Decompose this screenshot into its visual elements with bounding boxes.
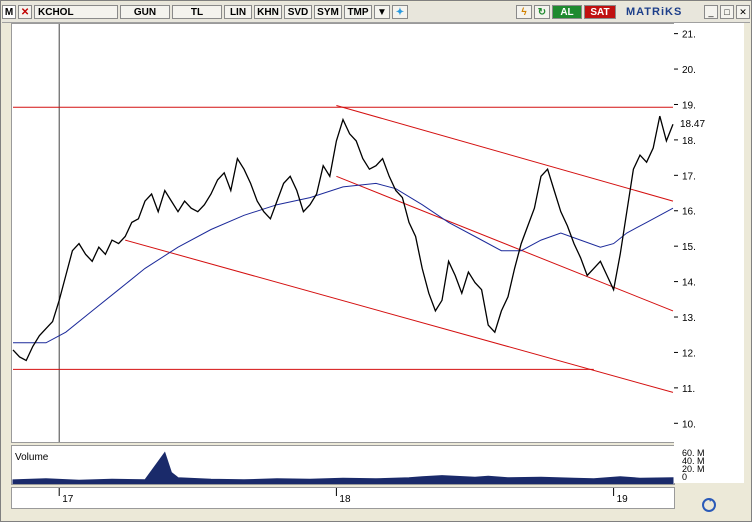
symbol-field[interactable]: KCHOL [34,5,118,19]
brand-logo: MATRiKS [626,6,683,18]
period-button[interactable]: GUN [120,5,170,19]
x-axis-svg: 17 18 19 [58,488,629,505]
y-axis[interactable]: 10. 11. 12. 13. 14. 15. 16. 17. 18. 19. 20. 21. 18.4… [674,23,744,483]
x-tick-label: 17 [62,494,74,505]
y-tick-label: 18. [682,136,696,147]
dropdown-arrow-icon[interactable]: ▼ [374,5,390,19]
y-tick-label: 16. [682,207,696,218]
buy-button[interactable]: AL [552,5,582,19]
x-tick-label: 19 [617,494,629,505]
price-line [12,115,674,362]
volume-panel[interactable]: Volume [11,445,675,485]
y-tick-label: 20. [682,65,696,76]
refresh-icon[interactable]: ↻ [534,5,550,19]
khn-button[interactable]: KHN [254,5,282,19]
y-tick-label: 15. [682,242,696,253]
volume-label: Volume [15,452,49,463]
price-plot[interactable] [11,23,675,443]
scale-button[interactable]: LIN [224,5,252,19]
x-axis[interactable]: 17 18 19 [11,487,675,509]
currency-button[interactable]: TL [172,5,222,19]
svd-button[interactable]: SVD [284,5,312,19]
y-tick-label: 12. [682,348,696,359]
y-tick-label: 10. [682,419,696,430]
twitter-icon[interactable]: ✦ [392,5,408,19]
y-tick-label: 13. [682,313,696,324]
sync-icon[interactable] [701,497,717,513]
close-symbol-icon[interactable]: ✕ [18,5,32,19]
volume-bars [12,451,674,485]
volume-chart [12,451,674,485]
y-tick-label: 21. [682,30,696,41]
maximize-icon[interactable]: □ [720,5,734,19]
y-axis-svg: 10. 11. 12. 13. 14. 15. 16. 17. 18. 19. 20. 21. 18.4… [674,30,711,482]
y-tick-label: 17. [682,171,696,182]
y-tick-label: 14. [682,278,696,289]
price-chart [12,24,674,442]
x-tick-label: 18 [339,494,351,505]
toolbar: M ✕ KCHOL GUN TL LIN KHN SVD SYM TMP ▼ ✦… [2,2,750,23]
last-value-label: 18.47 [680,119,705,130]
chart-window: M ✕ KCHOL GUN TL LIN KHN SVD SYM TMP ▼ ✦… [0,0,752,522]
sym-button[interactable]: SYM [314,5,342,19]
menu-button[interactable]: M [2,5,16,19]
lightning-icon[interactable]: ϟ [516,5,532,19]
volume-tick-label: 0 [682,472,687,482]
moving-average-line [13,182,674,344]
minimize-icon[interactable]: _ [704,5,718,19]
y-tick-label: 19. [682,100,696,111]
y-tick-label: 11. [682,384,695,395]
tmp-button[interactable]: TMP [344,5,372,19]
close-icon[interactable]: ✕ [736,5,750,19]
sell-button[interactable]: SAT [584,5,616,19]
